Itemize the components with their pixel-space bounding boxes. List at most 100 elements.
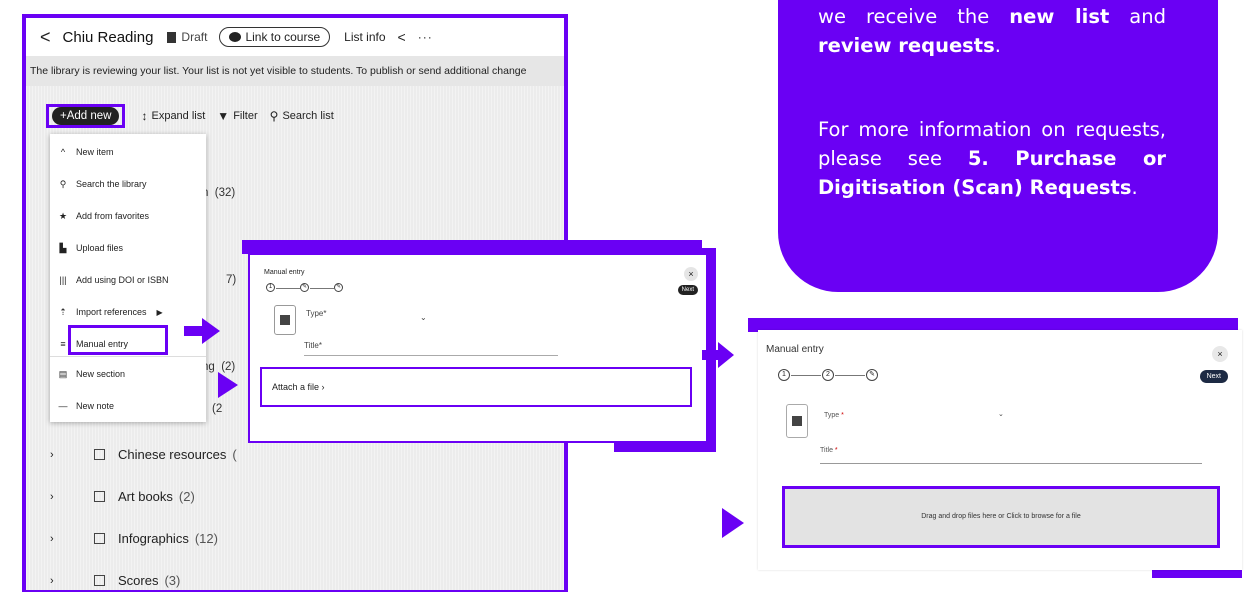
callout-text: and [1109, 5, 1166, 28]
link-to-course-button[interactable]: Link to course [219, 27, 331, 47]
menu-item-new-note[interactable]: — New note [50, 396, 206, 416]
review-banner: The library is reviewing your list. Your… [26, 56, 564, 86]
chevron-down-icon[interactable]: ⌄ [998, 410, 1004, 418]
menu-item-import-references[interactable]: ⇡ Import references ▶ [50, 302, 206, 322]
barcode-icon: ||| [59, 275, 67, 285]
link-to-course-label: Link to course [245, 30, 321, 44]
callout-emphasis: new list [1009, 5, 1110, 28]
type-label-text: Type [824, 412, 840, 419]
callout-text: . [1131, 176, 1138, 199]
menu-divider [50, 356, 206, 357]
attach-file-button[interactable]: Attach a file › [260, 367, 692, 407]
checkbox[interactable] [94, 491, 105, 502]
more-options-button[interactable]: ··· [418, 30, 433, 44]
draft-label: Draft [181, 30, 208, 44]
step-connector [791, 375, 821, 376]
callout-text: . [994, 34, 1001, 57]
title-input[interactable] [820, 463, 1202, 464]
menu-label: New section [76, 369, 126, 379]
chevron-right-icon[interactable]: › [50, 491, 94, 503]
app-header: < Chiu Reading Draft Link to course List… [26, 18, 564, 56]
chevron-up-icon: ^ [60, 147, 66, 157]
section-label: Scores [118, 573, 159, 588]
dialog-title: Manual entry [264, 269, 305, 276]
pencil-icon: ✎ [334, 283, 343, 292]
next-button[interactable]: Next [1199, 370, 1228, 383]
section-icon: ▤ [58, 368, 68, 379]
filter-label: Filter [233, 110, 258, 122]
type-label: Type* [306, 309, 327, 318]
document-icon [786, 404, 808, 438]
menu-item-add-favorites[interactable]: ★ Add from favorites [50, 206, 206, 226]
arrow-head-icon [722, 508, 744, 538]
filter-button[interactable]: ▼ Filter [217, 109, 257, 123]
title-input[interactable] [304, 355, 558, 356]
callout-emphasis: review requests [818, 34, 995, 57]
file-drop-zone[interactable]: Drag and drop files here or Click to bro… [782, 486, 1220, 548]
filter-icon: ▼ [217, 109, 230, 123]
chevron-right-icon[interactable]: › [50, 533, 94, 545]
expand-list-button[interactable]: ↕ Expand list [141, 109, 205, 123]
dialog-shadow [242, 240, 702, 254]
add-new-highlight: +Add new [46, 104, 126, 128]
section-label: Chinese resources [118, 447, 227, 462]
list-item[interactable]: › Scores (3) [50, 573, 180, 588]
list-item[interactable]: › Art books (2) [50, 489, 195, 504]
menu-label: Add from favorites [76, 211, 150, 221]
caret-right-icon: ▶ [156, 307, 163, 317]
checkbox[interactable] [94, 449, 105, 460]
section-label: Infographics [118, 531, 189, 546]
section-fragment: n (32) [202, 187, 235, 199]
fragment-count: (32) [214, 187, 236, 199]
import-icon: ⇡ [59, 306, 67, 317]
section-label: Art books [118, 489, 173, 504]
star-icon: ★ [58, 210, 68, 221]
file-icon: ▙ [59, 242, 67, 253]
chevron-right-icon[interactable]: › [50, 449, 94, 461]
next-button[interactable]: Next [677, 285, 698, 295]
manual-entry-dialog-large: Manual entry × Next 1 2 ✎ Type * ⌄ Title… [758, 330, 1242, 570]
add-new-button[interactable]: +Add new [52, 107, 120, 125]
search-icon: ⚲ [59, 178, 67, 189]
back-icon[interactable]: < [40, 27, 51, 48]
section-fragment: 7) [226, 274, 237, 286]
manual-entry-highlight [68, 325, 168, 355]
close-icon[interactable]: × [684, 267, 698, 281]
menu-item-new-section[interactable]: ▤ New section [50, 364, 206, 384]
title-label-text: Title [820, 447, 833, 454]
arrow-head-icon [218, 372, 238, 398]
menu-label: New note [76, 401, 115, 411]
search-list-button[interactable]: ⚲ Search list [270, 109, 334, 123]
checkbox[interactable] [94, 533, 105, 544]
step-one: 1 [266, 283, 275, 292]
step-two: 2 [822, 369, 834, 381]
list-item[interactable]: › Infographics (12) [50, 531, 218, 546]
title-label: Title* [304, 341, 322, 350]
arrow-right-icon [702, 342, 734, 368]
graduation-cap-icon [229, 32, 242, 42]
type-label: Type * [824, 412, 844, 419]
menu-label: Import references [76, 307, 147, 317]
document-icon [274, 305, 296, 335]
menu-label: Add using DOI or ISBN [76, 275, 169, 285]
expand-list-label: Expand list [151, 110, 206, 122]
list-info-button[interactable]: List info [344, 30, 385, 44]
menu-item-upload-files[interactable]: ▙ Upload files [50, 238, 206, 258]
step-connector [835, 375, 865, 376]
chevron-down-icon[interactable]: ⌄ [420, 313, 427, 322]
close-icon[interactable]: × [1212, 346, 1228, 362]
title-label: Title * [820, 447, 838, 454]
callout-text: we receive the [818, 5, 1010, 28]
step-connector [310, 288, 334, 289]
checkbox[interactable] [94, 575, 105, 586]
chevron-right-icon[interactable]: › [50, 575, 94, 587]
section-fragment: (2 [212, 403, 223, 415]
menu-item-doi-isbn[interactable]: ||| Add using DOI or ISBN [50, 270, 206, 290]
document-icon [167, 31, 177, 43]
pencil-icon: ✎ [866, 369, 878, 381]
menu-item-search-library[interactable]: ⚲ Search the library [50, 174, 206, 194]
search-icon: ⚲ [269, 109, 279, 123]
list-item[interactable]: › Chinese resources ( [50, 447, 237, 462]
menu-item-new-item[interactable]: ^ New item [50, 142, 206, 162]
share-icon[interactable]: < [398, 29, 406, 45]
